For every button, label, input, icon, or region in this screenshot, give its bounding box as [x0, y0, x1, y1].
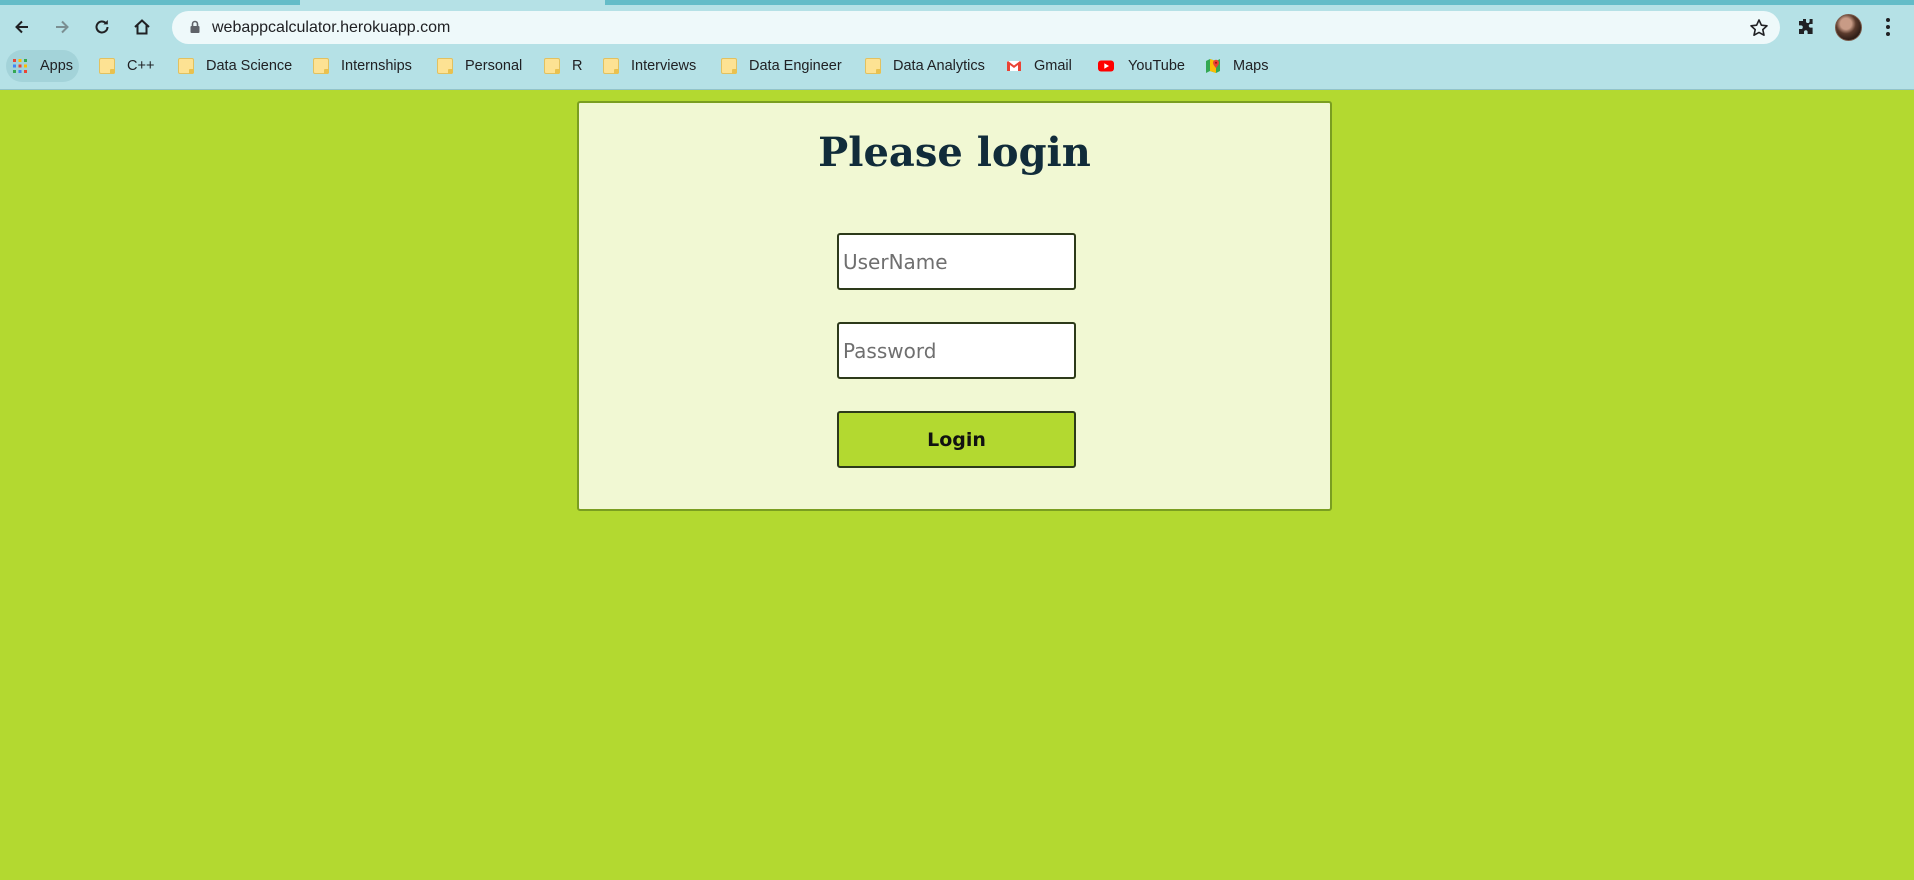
- bookmark-label: YouTube: [1128, 58, 1185, 74]
- bookmark-star-icon[interactable]: [1748, 17, 1770, 39]
- bookmark-label: C++: [127, 58, 155, 74]
- bookmark-folder-interviews[interactable]: Interviews: [603, 49, 696, 83]
- bookmarks-bar: Apps C++ Data Science Internships Person…: [0, 49, 1914, 83]
- bookmark-gmail[interactable]: Gmail: [1006, 49, 1072, 83]
- bookmark-label: Data Engineer: [749, 58, 842, 74]
- profile-avatar[interactable]: [1835, 14, 1862, 41]
- active-tab-indicator[interactable]: [300, 0, 605, 5]
- browser-chrome: webappcalculator.herokuapp.com Apps C++ …: [0, 0, 1914, 90]
- browser-toolbar: webappcalculator.herokuapp.com: [0, 7, 1914, 47]
- bookmark-label: Internships: [341, 58, 412, 74]
- bookmark-apps[interactable]: Apps: [6, 50, 80, 82]
- extensions-puzzle-icon[interactable]: [1794, 15, 1818, 39]
- arrow-left-icon: [15, 20, 28, 34]
- bookmark-label: Apps: [40, 58, 74, 74]
- login-title: Please login: [818, 129, 1091, 176]
- youtube-icon: [1098, 60, 1114, 72]
- folder-icon: [721, 58, 737, 74]
- arrow-right-icon: [56, 20, 69, 34]
- folder-icon: [178, 58, 194, 74]
- more-vertical-icon[interactable]: [1878, 15, 1898, 39]
- bookmark-folder-data-science[interactable]: Data Science: [178, 49, 292, 83]
- tab-strip: [0, 0, 1914, 5]
- bookmark-folder-personal[interactable]: Personal: [437, 49, 522, 83]
- bookmark-folder-cpp[interactable]: C++: [99, 49, 154, 83]
- bookmark-label: Data Science: [206, 58, 293, 74]
- bookmark-folder-r[interactable]: R: [544, 49, 582, 83]
- bookmark-maps[interactable]: Maps: [1205, 49, 1268, 83]
- url-text[interactable]: webappcalculator.herokuapp.com: [212, 11, 450, 44]
- back-button[interactable]: [6, 11, 38, 43]
- gmail-icon: [1007, 61, 1021, 71]
- folder-icon: [865, 58, 881, 74]
- bookmark-label: R: [572, 58, 583, 74]
- lock-icon[interactable]: [187, 19, 203, 35]
- bookmark-folder-data-analytics[interactable]: Data Analytics: [865, 49, 985, 83]
- bookmark-label: Data Analytics: [893, 58, 985, 74]
- bookmark-label: Maps: [1233, 58, 1269, 74]
- home-button[interactable]: [126, 11, 158, 43]
- folder-icon: [99, 58, 115, 74]
- login-button[interactable]: Login: [837, 411, 1076, 468]
- password-input[interactable]: [837, 322, 1076, 379]
- bookmark-folder-internships[interactable]: Internships: [313, 49, 412, 83]
- maps-icon: [1206, 59, 1220, 73]
- username-input[interactable]: [837, 233, 1076, 290]
- reload-icon: [95, 20, 109, 34]
- bookmark-label: Gmail: [1034, 58, 1072, 74]
- bookmark-youtube[interactable]: YouTube: [1096, 49, 1185, 83]
- folder-icon: [313, 58, 329, 74]
- forward-button[interactable]: [46, 11, 78, 43]
- address-bar[interactable]: webappcalculator.herokuapp.com: [172, 11, 1780, 44]
- login-form: Please login Login: [577, 101, 1332, 511]
- bookmark-label: Personal: [465, 58, 523, 74]
- apps-grid-icon: [13, 59, 27, 73]
- folder-icon: [603, 58, 619, 74]
- folder-icon: [544, 58, 560, 74]
- bookmark-label: Interviews: [631, 58, 697, 74]
- home-icon: [134, 19, 150, 35]
- folder-icon: [437, 58, 453, 74]
- bookmark-folder-data-engineer[interactable]: Data Engineer: [721, 49, 842, 83]
- reload-button[interactable]: [86, 11, 118, 43]
